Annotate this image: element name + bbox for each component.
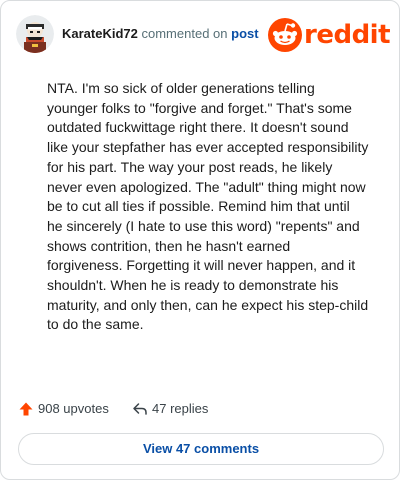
user-avatar[interactable] — [16, 15, 54, 53]
post-link[interactable]: post — [231, 26, 258, 41]
reddit-logo[interactable]: reddit — [268, 18, 391, 52]
reddit-wordmark: reddit — [304, 20, 391, 50]
reddit-snoo-icon — [268, 18, 302, 52]
comment-body: NTA. I'm so sick of older generations te… — [47, 80, 369, 333]
view-comments-button[interactable]: View 47 comments — [18, 433, 384, 465]
reply-count: 47 replies — [152, 401, 209, 416]
comment-meta: KarateKid72 commented on post — [62, 26, 259, 42]
reply-arrow-icon — [133, 403, 147, 415]
username[interactable]: KarateKid72 — [62, 26, 138, 41]
upvote-count: 908 upvotes — [38, 401, 109, 416]
avatar-image — [16, 15, 54, 53]
upvote-arrow-icon — [19, 402, 33, 416]
comment-header: KarateKid72 commented on post reddit — [16, 15, 391, 55]
comment-card: KarateKid72 commented on post reddit NTA… — [0, 0, 400, 480]
action-text: commented on — [141, 26, 228, 41]
